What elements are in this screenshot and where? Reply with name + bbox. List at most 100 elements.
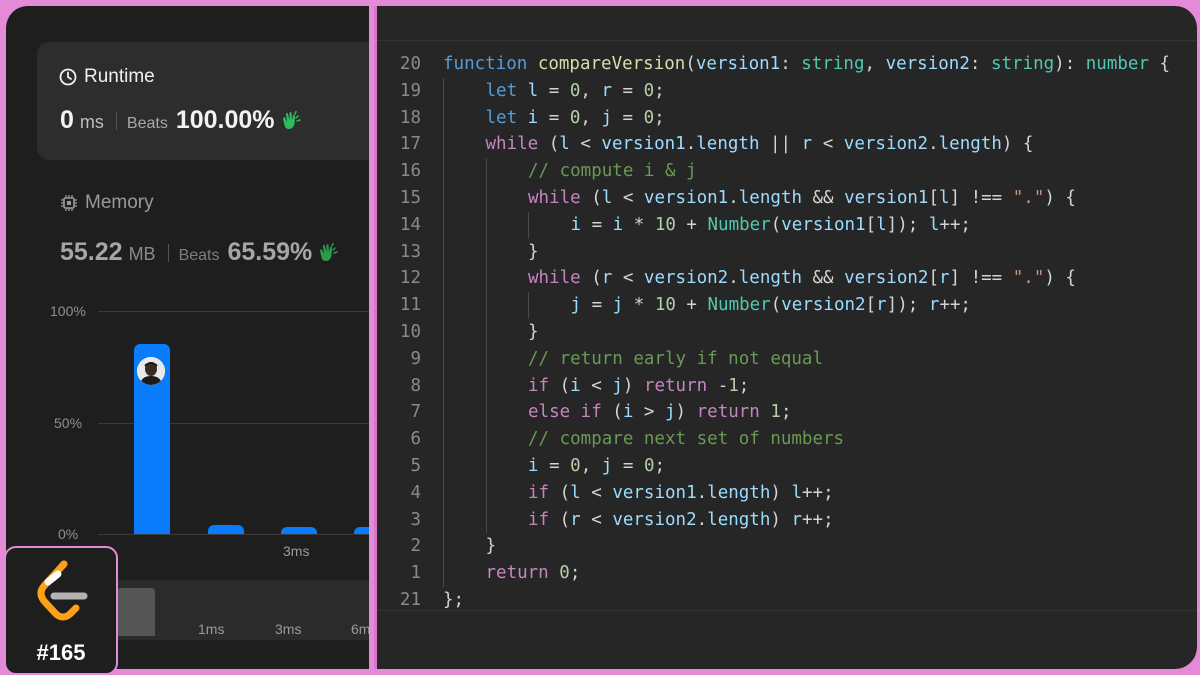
code-token: version1 <box>781 214 866 235</box>
code-token: version2 <box>781 295 866 316</box>
code-token: } <box>528 241 539 262</box>
gridline <box>98 311 369 312</box>
indent-guide <box>485 211 487 239</box>
line-number: 16 <box>399 161 421 182</box>
code-token: [ <box>928 268 939 289</box>
line-number: 11 <box>399 295 421 316</box>
code-token: [ <box>928 187 939 208</box>
range-slider-handle[interactable] <box>117 588 155 636</box>
code-token: = <box>611 107 644 128</box>
code-token: 10 <box>654 295 676 316</box>
code-token: length <box>707 509 771 530</box>
indent-guide <box>443 131 444 159</box>
code-token: i <box>622 402 634 423</box>
code-text: return 0; <box>486 560 581 587</box>
code-token: = <box>581 214 613 235</box>
indent-guide <box>485 426 487 453</box>
code-token: ; <box>569 563 581 584</box>
line-number: 12 <box>399 268 421 289</box>
mini-tick-3ms: 3ms <box>275 621 302 637</box>
code-token: // compare next set of numbers <box>528 429 845 450</box>
line-number: 10 <box>399 321 421 342</box>
code-token: ) <box>675 402 697 423</box>
code-token: . <box>728 268 739 289</box>
code-token: version2 <box>843 134 929 155</box>
line-number: 13 <box>399 241 421 262</box>
code-token: version2 <box>885 54 970 74</box>
code-token: 0 <box>559 563 570 584</box>
code-token: 0 <box>569 80 581 101</box>
code-token: ] !== <box>949 268 1013 289</box>
code-token: l <box>791 482 802 503</box>
code-token: 0 <box>569 107 581 128</box>
code-token: ) { <box>1001 134 1034 155</box>
code-token: [ <box>865 214 877 235</box>
mini-tick-6ms: 6ms <box>351 621 369 637</box>
mini-tick-1ms: 1ms <box>198 621 225 637</box>
code-editor[interactable]: 20 function compareVersion(version1: stri… <box>374 6 1197 669</box>
code-text: } <box>528 239 539 266</box>
code-token: r <box>570 509 581 530</box>
code-token: . <box>685 134 697 155</box>
chart-bar[interactable] <box>354 527 369 534</box>
code-token: l <box>570 482 581 503</box>
code-token: } <box>485 536 497 557</box>
indent-guide <box>443 158 444 185</box>
code-token: version2 <box>612 509 697 530</box>
code-token: r <box>928 295 940 316</box>
code-token: r <box>601 80 612 101</box>
indent-guide <box>485 184 487 212</box>
code-token: i <box>570 214 582 235</box>
code-text: if (l < version1.length) l++; <box>528 480 834 507</box>
code-token: j <box>601 455 613 476</box>
code-token: "." <box>1012 187 1045 208</box>
code-token: i <box>612 214 624 235</box>
code-token: 1 <box>770 402 781 423</box>
code-token: l <box>938 187 950 208</box>
indent-guide <box>443 77 444 105</box>
clapping-hands-icon <box>282 110 301 129</box>
line-number: 2 <box>410 536 421 557</box>
indent-guide <box>485 506 487 534</box>
code-token: ( <box>549 509 571 530</box>
code-token: l <box>527 80 539 101</box>
runtime-beats-label: Beats <box>126 115 168 132</box>
code-token: ): <box>1054 54 1086 74</box>
code-text: else if (i > j) return 1; <box>528 399 791 426</box>
memory-header[interactable]: Memory <box>60 192 154 214</box>
line-number: 18 <box>399 107 421 128</box>
chart-bar[interactable] <box>281 527 317 534</box>
code-token: 0 <box>643 107 655 128</box>
code-text: } <box>486 533 497 560</box>
code-token: + <box>675 295 708 316</box>
indent-guide <box>485 452 487 480</box>
avatar <box>137 357 165 385</box>
code-token: i <box>528 455 539 476</box>
code-token: ) { <box>1044 187 1076 208</box>
chart-bar[interactable] <box>208 525 244 534</box>
indent-guide <box>443 238 444 266</box>
indent-guide <box>485 372 487 400</box>
code-token: "." <box>1012 268 1045 289</box>
code-token: . <box>696 482 708 503</box>
code-text: j = j * 10 + Number(version2[r]); r++; <box>571 292 971 319</box>
line-number: 19 <box>399 80 421 101</box>
indent-guide <box>485 479 487 507</box>
code-token: r <box>791 509 802 530</box>
code-token: if <box>528 375 550 396</box>
code-token: }; <box>443 589 465 610</box>
line-number: 9 <box>410 348 421 369</box>
line-number: 3 <box>410 509 421 530</box>
indent-guide <box>485 238 487 266</box>
runtime-card[interactable]: Runtime 0 ms Beats 100.00% <box>37 42 369 160</box>
indent-guide <box>443 533 444 561</box>
code-text: // return early if not equal <box>528 346 823 373</box>
code-token: + <box>675 214 708 235</box>
indent-guide <box>485 318 487 346</box>
code-token: version1 <box>612 482 697 503</box>
range-slider[interactable]: 1ms 3ms 6ms <box>98 580 369 640</box>
code-token: ; <box>780 402 792 423</box>
line-number: 5 <box>410 455 421 476</box>
indent-guide <box>528 292 529 319</box>
